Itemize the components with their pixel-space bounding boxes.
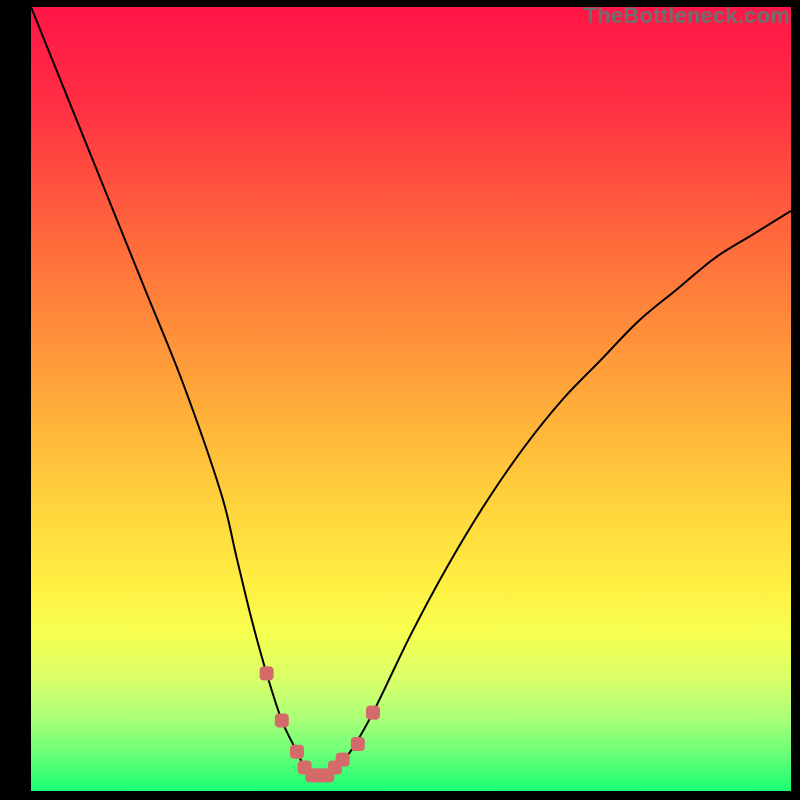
chart-plot-area bbox=[31, 7, 791, 791]
curve-marker bbox=[260, 666, 274, 680]
watermark-text: TheBottleneck.com bbox=[584, 3, 790, 29]
curve-marker bbox=[351, 737, 365, 751]
gradient-background bbox=[31, 7, 791, 791]
curve-marker bbox=[336, 753, 350, 767]
chart-svg bbox=[31, 7, 791, 791]
curve-marker bbox=[290, 745, 304, 759]
curve-marker bbox=[275, 713, 289, 727]
curve-marker bbox=[366, 706, 380, 720]
